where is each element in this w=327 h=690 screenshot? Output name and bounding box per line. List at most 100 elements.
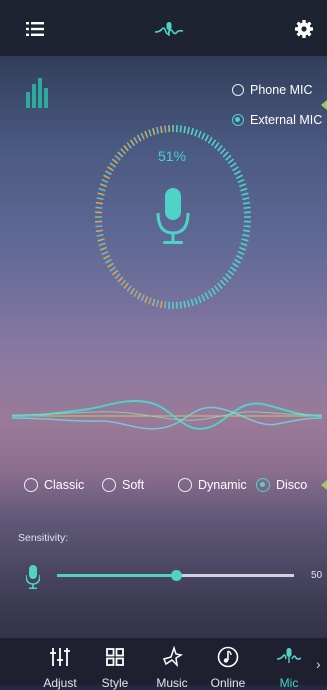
sensitivity-slider-thumb[interactable] (171, 570, 182, 581)
gauge-tick (215, 143, 219, 149)
nav-label-style: Style (87, 676, 143, 690)
gauge-tick (118, 277, 123, 282)
phone-mic-label: Phone MIC (250, 83, 313, 97)
gauge-tick (243, 230, 250, 231)
gauge-tick (145, 131, 148, 138)
style-disco-option[interactable]: Disco (256, 478, 307, 492)
gauge-tick (96, 230, 103, 231)
gauge-tick (95, 226, 102, 227)
online-music-icon (216, 645, 240, 669)
gauge-tick (212, 140, 216, 146)
gauge-tick (234, 171, 240, 175)
sensitivity-value: 50 (311, 570, 322, 581)
gauge-tick (102, 252, 108, 255)
nav-label-online: Online (200, 676, 256, 690)
gauge-tick (239, 247, 246, 250)
style-classic-option[interactable]: Classic (24, 478, 84, 492)
nav-item-mic[interactable]: Mic (261, 638, 317, 685)
gauge-tick (138, 293, 141, 299)
style-classic-label: Classic (44, 478, 84, 492)
style-soft-option[interactable]: Soft (102, 478, 144, 492)
gauge-tick (98, 193, 105, 195)
sensitivity-slider[interactable] (57, 574, 294, 577)
gauge-tick (198, 131, 201, 138)
gauge-tick (161, 301, 162, 308)
gauge-tick (243, 203, 250, 204)
gauge-tick (108, 167, 114, 171)
gauge-tick (238, 252, 244, 255)
style-disco-label: Disco (276, 478, 307, 492)
style-dynamic-radio[interactable] (178, 478, 192, 492)
gauge-tick (209, 291, 213, 297)
gauge-tick (95, 207, 102, 208)
gauge-tick (99, 243, 106, 245)
gauge-tick (242, 193, 249, 195)
gauge-tick (233, 167, 239, 171)
gauge-tick (124, 283, 128, 288)
gauge-tick (184, 126, 185, 133)
mic-level-percent: 51% (158, 148, 186, 164)
style-dynamic-option[interactable]: Dynamic (178, 478, 247, 492)
style-soft-radio[interactable] (102, 478, 116, 492)
nav-item-adjust[interactable]: Adjust (32, 638, 88, 685)
phone-mic-radio[interactable] (232, 84, 244, 96)
nav-item-online[interactable]: Online (200, 638, 256, 685)
top-bar (0, 0, 327, 56)
gauge-tick (108, 263, 114, 267)
gauge-tick (157, 300, 158, 307)
microphone-icon[interactable] (158, 188, 188, 244)
equalizer-sliders-icon (48, 645, 72, 669)
gauge-tick (205, 293, 208, 299)
gauge-tick (118, 152, 123, 157)
gauge-tick (96, 203, 103, 204)
gauge-tick (218, 146, 222, 151)
microphone-wave-icon (277, 645, 301, 669)
gauge-tick (145, 296, 148, 303)
gauge-tick (228, 159, 233, 163)
gear-icon[interactable] (294, 19, 314, 39)
gauge-tick (112, 270, 117, 274)
gauge-tick (241, 189, 248, 191)
gauge-tick (188, 127, 189, 134)
gauge-tick (100, 184, 107, 187)
style-options: Classic Soft Dynamic Disco (24, 478, 324, 502)
gauge-tick (198, 296, 201, 303)
gauge-tick (105, 171, 111, 175)
gauge-tick (121, 280, 126, 285)
audio-waveform (12, 388, 322, 448)
gauge-tick (215, 286, 219, 292)
sensitivity-slider-fill (57, 574, 176, 577)
gauge-tick (124, 146, 128, 151)
bottom-nav: Adjust Style Music Online (0, 638, 327, 685)
hamburger-menu-icon[interactable] (26, 22, 44, 36)
gauge-tick (228, 270, 233, 274)
gauge-tick (110, 267, 116, 271)
gauge-tick (223, 277, 228, 282)
microphone-icon (26, 565, 40, 589)
gauge-tick (234, 260, 240, 264)
nav-label-mic: Mic (261, 676, 317, 690)
spectrum-bars-icon[interactable] (26, 78, 48, 108)
gauge-tick (236, 256, 242, 259)
gauge-tick (244, 226, 251, 227)
gauge-tick (112, 159, 117, 163)
style-soft-label: Soft (122, 478, 144, 492)
gauge-tick (104, 175, 110, 178)
style-disco-radio[interactable] (256, 478, 270, 492)
phone-mic-option[interactable]: Phone MIC (232, 80, 322, 100)
gauge-tick (153, 299, 155, 306)
gauge-tick (165, 126, 166, 133)
nav-more-chevron[interactable]: › (316, 656, 321, 672)
gauge-tick (138, 135, 141, 141)
gauge-tick (223, 152, 228, 157)
nav-item-style[interactable]: Style (87, 638, 143, 685)
gauge-tick (188, 300, 189, 307)
style-classic-radio[interactable] (24, 478, 38, 492)
gauge-tick (205, 135, 208, 141)
gauge-tick (239, 184, 246, 187)
gauge-tick (209, 137, 213, 143)
gauge-tick (226, 155, 231, 160)
gauge-tick (218, 283, 222, 288)
nav-item-music[interactable]: Music (144, 638, 200, 685)
gauge-tick (221, 280, 226, 285)
